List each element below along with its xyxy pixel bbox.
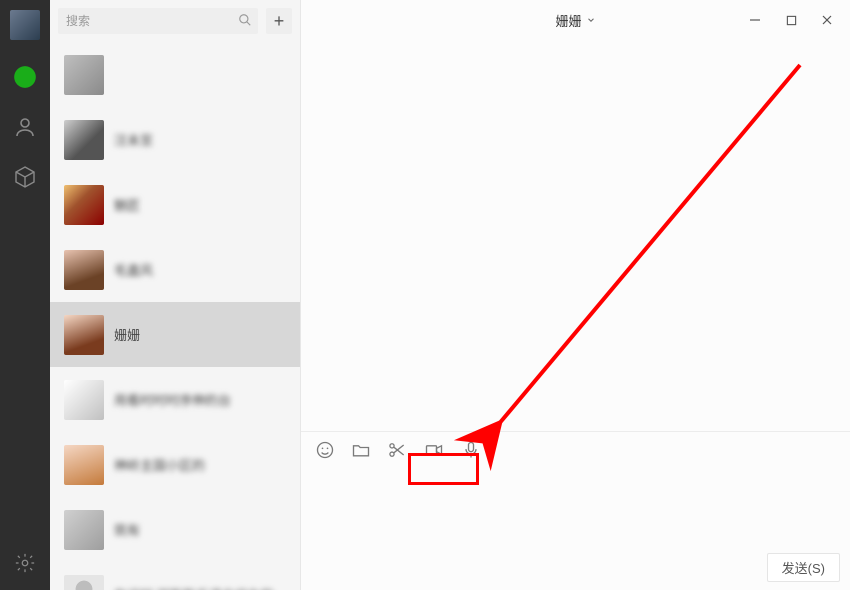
plus-icon: +	[274, 12, 285, 30]
nav-settings[interactable]	[12, 550, 38, 576]
chat-item[interactable]: 神岭主国小区的	[50, 432, 300, 497]
send-file-button[interactable]	[351, 440, 371, 460]
search-icon	[238, 13, 252, 27]
screenshot-button[interactable]	[387, 440, 407, 460]
message-input[interactable]	[301, 464, 850, 549]
window-controls	[738, 6, 844, 34]
chat-panel: 姗姗	[301, 0, 850, 590]
chat-name: 汪未至	[114, 130, 286, 149]
chevron-down-icon	[586, 15, 596, 25]
nav-rail	[0, 0, 50, 590]
chat-item[interactable]: 布设时 可能能千读户代办的	[50, 562, 300, 590]
chat-avatar	[64, 445, 104, 485]
nav-favorites[interactable]	[12, 164, 38, 190]
search-row: +	[50, 0, 300, 42]
search-box	[58, 8, 258, 34]
chat-item[interactable]: 筑有	[50, 497, 300, 562]
emoji-button[interactable]	[315, 440, 335, 460]
maximize-button[interactable]	[774, 6, 808, 34]
chat-list-panel: + 汪未至魅匠毛蛊风姗姗用看时时时序伸的台神岭主国小区的筑有布设时 可能能千读户…	[50, 0, 301, 590]
chat-name: 筑有	[114, 520, 286, 539]
chat-avatar	[64, 315, 104, 355]
chat-avatar	[64, 510, 104, 550]
chat-item[interactable]: 魅匠	[50, 172, 300, 237]
send-row: 发送(S)	[301, 549, 850, 590]
chat-name: 神岭主国小区的	[114, 455, 286, 474]
chat-title[interactable]: 姗姗	[555, 11, 595, 30]
titlebar: 姗姗	[301, 0, 850, 40]
chat-name: 毛蛊风	[114, 260, 286, 279]
search-input[interactable]	[58, 8, 258, 34]
close-button[interactable]	[810, 6, 844, 34]
new-chat-button[interactable]: +	[266, 8, 292, 34]
chat-avatar	[64, 120, 104, 160]
chat-name: 姗姗	[114, 325, 286, 344]
smiley-icon	[315, 440, 335, 460]
send-button[interactable]: 发送(S)	[767, 553, 840, 582]
annotation-highlight-box	[408, 453, 479, 485]
folder-icon	[351, 440, 371, 460]
chat-name: 魅匠	[114, 195, 286, 214]
user-avatar[interactable]	[10, 10, 40, 40]
chat-item[interactable]: 毛蛊风	[50, 237, 300, 302]
minimize-button[interactable]	[738, 6, 772, 34]
chat-item[interactable]	[50, 42, 300, 107]
chat-name: 布设时 可能能千读户代办的	[114, 585, 286, 590]
scissors-icon	[387, 440, 407, 460]
input-toolbar	[301, 431, 850, 464]
chat-item[interactable]: 姗姗	[50, 302, 300, 367]
chat-title-text: 姗姗	[555, 11, 581, 30]
chat-list[interactable]: 汪未至魅匠毛蛊风姗姗用看时时时序伸的台神岭主国小区的筑有布设时 可能能千读户代办…	[50, 42, 300, 590]
chat-avatar	[64, 55, 104, 95]
message-area[interactable]	[301, 40, 850, 431]
chat-avatar	[64, 575, 104, 590]
nav-contacts[interactable]	[12, 114, 38, 140]
chat-item[interactable]: 汪未至	[50, 107, 300, 172]
chat-avatar	[64, 380, 104, 420]
chat-avatar	[64, 185, 104, 225]
chat-avatar	[64, 250, 104, 290]
chat-name: 用看时时时序伸的台	[114, 390, 286, 409]
chat-item[interactable]: 用看时时时序伸的台	[50, 367, 300, 432]
nav-chats[interactable]	[12, 64, 38, 90]
